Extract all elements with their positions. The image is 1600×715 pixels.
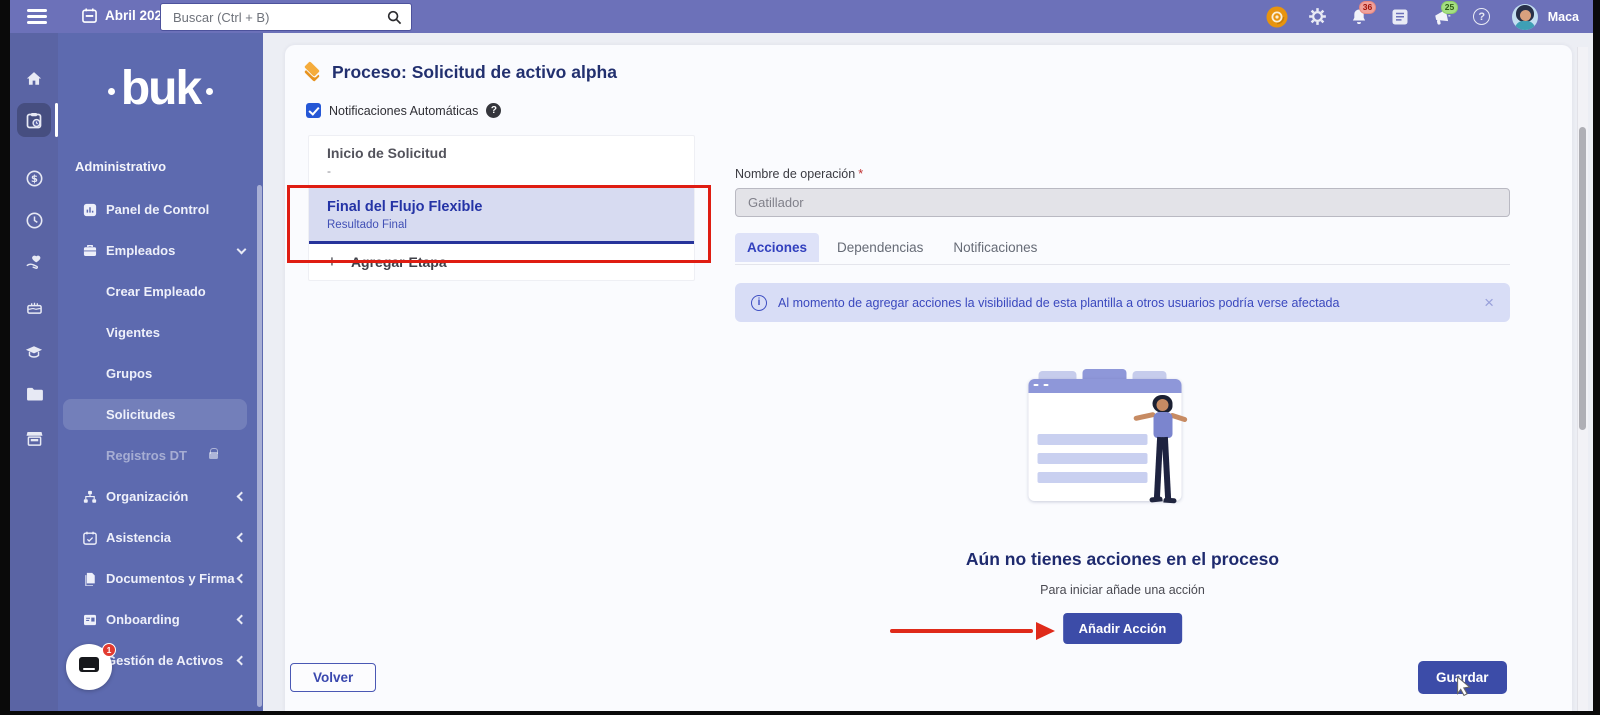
sidebar-item-solicitudes[interactable]: Solicitudes (58, 394, 263, 435)
lock-icon (209, 452, 218, 459)
chevron-left-icon (237, 656, 247, 666)
plus-icon: + (327, 252, 337, 272)
user-name[interactable]: Maca (1548, 10, 1579, 24)
close-icon[interactable]: × (1484, 294, 1494, 311)
layers-icon (301, 61, 323, 83)
save-button[interactable]: Guardar (1418, 661, 1507, 694)
sidebar-item-empleados[interactable]: Empleados (58, 230, 263, 271)
auto-notifications-checkbox[interactable] (306, 103, 321, 118)
operation-name-input[interactable] (735, 188, 1510, 217)
page-title: Proceso: Solicitud de activo alpha (332, 62, 617, 83)
documents-icon (82, 572, 97, 586)
info-banner: i Al momento de agregar acciones la visi… (735, 283, 1510, 322)
sidebar: buk Administrativo Panel de Control Empl… (58, 33, 263, 711)
main-scrollbar-thumb[interactable] (1579, 127, 1586, 430)
topbar-actions: 36 25 ? Maca (1266, 0, 1579, 33)
attendance-calendar-icon (82, 531, 97, 545)
announcements-badge: 25 (1441, 1, 1458, 14)
graduation-icon[interactable] (10, 335, 58, 369)
process-card: Proceso: Solicitud de activo alpha Notif… (285, 45, 1572, 711)
process-header: Proceso: Solicitud de activo alpha (301, 61, 617, 83)
buk-logo: buk (58, 61, 263, 116)
tab-notificaciones[interactable]: Notificaciones (941, 233, 1049, 262)
folder-icon[interactable] (10, 377, 58, 411)
bell-icon[interactable]: 36 (1348, 6, 1370, 28)
briefcase-icon (82, 244, 97, 257)
home-icon[interactable] (10, 61, 58, 95)
sidebar-item-documentos-y-firma[interactable]: Documentos y Firma (58, 558, 263, 599)
sidebar-item-crear-empleado[interactable]: Crear Empleado (58, 271, 263, 312)
chevron-left-icon (237, 615, 247, 625)
clipboard-clock-icon[interactable] (10, 103, 58, 137)
stages-panel: Inicio de Solicitud - Final del Flujo Fl… (308, 135, 695, 281)
chevron-left-icon (237, 574, 247, 584)
operation-name-label: Nombre de operación* (735, 167, 863, 181)
news-icon[interactable] (1389, 6, 1411, 28)
org-chart-icon (82, 490, 97, 504)
rewards-icon[interactable] (1266, 6, 1288, 28)
sidebar-item-vigentes[interactable]: Vigentes (58, 312, 263, 353)
search-icon[interactable] (387, 10, 402, 25)
add-action-button[interactable]: Añadir Acción (1063, 613, 1183, 644)
required-asterisk: * (858, 167, 863, 181)
gear-icon[interactable] (1307, 6, 1329, 28)
sidebar-section-label: Administrativo (75, 159, 166, 174)
money-icon[interactable]: $ (10, 161, 58, 195)
back-button[interactable]: Volver (290, 663, 376, 692)
stage-inicio[interactable]: Inicio de Solicitud - (309, 136, 694, 187)
megaphone-icon[interactable]: 25 (1430, 6, 1452, 28)
sidebar-item-onboarding[interactable]: Onboarding (58, 599, 263, 640)
tab-dependencias[interactable]: Dependencias (825, 233, 935, 262)
annotation-red-arrow (890, 622, 1055, 640)
info-banner-message: Al momento de agregar acciones la visibi… (778, 296, 1473, 310)
store-icon[interactable] (10, 421, 58, 455)
cake-icon[interactable] (10, 290, 58, 324)
help-tooltip-icon[interactable]: ? (486, 103, 501, 118)
chevron-left-icon (237, 492, 247, 502)
svg-text:$: $ (31, 173, 38, 184)
empty-state-title: Aún no tienes acciones en el proceso (735, 549, 1510, 570)
sidebar-item-grupos[interactable]: Grupos (58, 353, 263, 394)
chat-launcher[interactable]: 1 (66, 644, 112, 690)
chat-icon (79, 657, 99, 672)
sidebar-nav: Panel de Control Empleados Crear Emplead… (58, 189, 263, 681)
avatar[interactable] (1512, 4, 1538, 30)
screen: Abril 2025 36 25 ? (0, 0, 1600, 715)
clock-icon[interactable] (10, 203, 58, 237)
calendar-icon (82, 8, 97, 28)
icon-rail: $ (10, 33, 58, 711)
sidebar-item-organizacion[interactable]: Organización (58, 476, 263, 517)
main-content: Proceso: Solicitud de activo alpha Notif… (263, 33, 1593, 711)
sidebar-item-asistencia[interactable]: Asistencia (58, 517, 263, 558)
help-icon[interactable]: ? (1471, 6, 1493, 28)
tabs-divider (735, 264, 1510, 265)
empty-state-illustration (1028, 369, 1203, 537)
onboarding-card-icon (82, 614, 97, 626)
stage-final-selected[interactable]: Final del Flujo Flexible Resultado Final (309, 187, 694, 244)
benefits-icon[interactable] (10, 245, 58, 279)
info-icon: i (751, 295, 767, 311)
top-bar: Abril 2025 36 25 ? (10, 0, 1593, 33)
auto-notifications-row: Notificaciones Automáticas ? (306, 103, 501, 118)
tabs-bar: Acciones Dependencias Notificaciones (735, 233, 1049, 262)
sidebar-item-registros-dt[interactable]: Registros DT (58, 435, 263, 476)
sidebar-scrollbar[interactable] (257, 185, 262, 707)
chat-badge: 1 (102, 643, 116, 657)
tab-acciones[interactable]: Acciones (735, 233, 819, 262)
empty-state-subtitle: Para iniciar añade una acción (735, 583, 1510, 597)
add-stage-button[interactable]: + Agregar Etapa (309, 244, 694, 280)
search-box[interactable] (160, 3, 412, 31)
notifications-badge: 36 (1359, 1, 1376, 14)
app-window: Abril 2025 36 25 ? (10, 0, 1593, 711)
auto-notifications-label: Notificaciones Automáticas (329, 104, 478, 118)
search-input[interactable] (161, 10, 387, 25)
hamburger-icon[interactable] (27, 9, 47, 27)
chevron-down-icon (237, 245, 247, 255)
chevron-left-icon (237, 533, 247, 543)
dashboard-icon (82, 203, 97, 217)
sidebar-item-panel-de-control[interactable]: Panel de Control (58, 189, 263, 230)
